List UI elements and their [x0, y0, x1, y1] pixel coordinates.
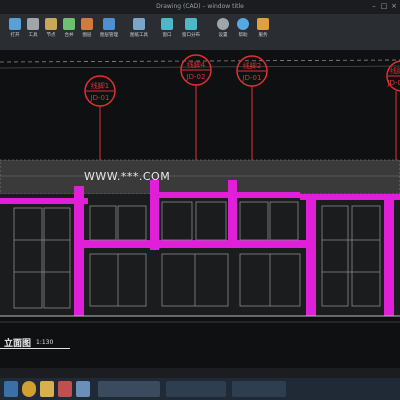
tool-layer-manager[interactable]: 图层管理 [96, 18, 122, 38]
node-icon [45, 18, 57, 30]
cad-task-button[interactable] [98, 381, 160, 397]
drawing-tool-icon [133, 18, 145, 30]
merge-icon [63, 18, 75, 30]
tool-tools[interactable]: 工具 [24, 18, 42, 38]
tool-service[interactable]: 服务 [254, 18, 272, 38]
column [306, 198, 316, 316]
callout-name: 线脚 [390, 66, 400, 75]
image-task-button[interactable] [232, 381, 286, 397]
column [384, 196, 394, 316]
watermark-text: WWW.***.COM [84, 170, 171, 183]
tool-layer[interactable]: 图层 [78, 18, 96, 38]
window-icon [161, 18, 173, 30]
tool-window[interactable]: 窗口 [158, 18, 176, 38]
media-icon[interactable] [58, 381, 72, 397]
callout-name: 线脚4 [187, 60, 206, 69]
facade-body [0, 194, 400, 316]
view-scale: 1:130 [36, 339, 54, 346]
callout-code: JD-02 [186, 73, 206, 81]
maximize-icon[interactable]: □ [380, 2, 388, 10]
open-icon [9, 18, 21, 30]
column [74, 186, 84, 316]
app-icon[interactable] [76, 381, 90, 397]
document-task-button[interactable] [166, 381, 226, 397]
beam [74, 240, 314, 248]
close-icon[interactable]: × [390, 2, 398, 10]
browser-icon[interactable] [22, 381, 36, 397]
layer-manager-icon [103, 18, 115, 30]
layer-icon [81, 18, 93, 30]
beam [150, 192, 300, 198]
monitor-photo: Drawing (CAD) – window title – □ × 打开 工具… [0, 0, 400, 400]
settings-icon [217, 18, 229, 30]
roof-band [0, 160, 400, 194]
column [150, 180, 159, 250]
tool-window-layout[interactable]: 窗口分布 [178, 18, 204, 38]
minimize-icon[interactable]: – [370, 2, 378, 10]
drawing-canvas[interactable]: 线脚1 JD-01 线脚4 JD-02 线脚2 JD-01 线 JD-0 WWW… [0, 50, 400, 368]
taskbar [0, 378, 400, 400]
tool-settings[interactable]: 设置 [214, 18, 232, 38]
column [228, 180, 237, 248]
start-icon[interactable] [4, 381, 18, 397]
callout-name: 线脚2 [243, 61, 261, 70]
help-icon [237, 18, 249, 30]
window-titlebar: Drawing (CAD) – window title – □ × [0, 0, 400, 14]
callout-code: JD-01 [387, 79, 400, 87]
tool-help[interactable]: 帮助 [234, 18, 252, 38]
callout-name: 线脚1 [91, 81, 109, 90]
elevation-drawing: 线脚1 JD-01 线脚4 JD-02 线脚2 JD-01 线 JD-0 [0, 54, 400, 323]
folder-icon[interactable] [40, 381, 54, 397]
tool-node[interactable]: 节点 [42, 18, 60, 38]
window-title: Drawing (CAD) – window title [156, 3, 244, 10]
tool-drawing-tools[interactable]: 图纸工具 [126, 18, 152, 38]
callout-code: JD-01 [90, 94, 110, 102]
view-title-underline [0, 348, 70, 349]
callout-code: JD-01 [242, 74, 262, 82]
service-icon [257, 18, 269, 30]
tool-merge[interactable]: 合并 [60, 18, 78, 38]
window-layout-icon [185, 18, 197, 30]
ribbon-toolbar: 打开 工具 节点 合并 图层 图层管理 图纸工具 窗口 窗口分布 设置 帮助 服… [0, 14, 400, 51]
tool-icon [27, 18, 39, 30]
tool-open[interactable]: 打开 [6, 18, 24, 38]
